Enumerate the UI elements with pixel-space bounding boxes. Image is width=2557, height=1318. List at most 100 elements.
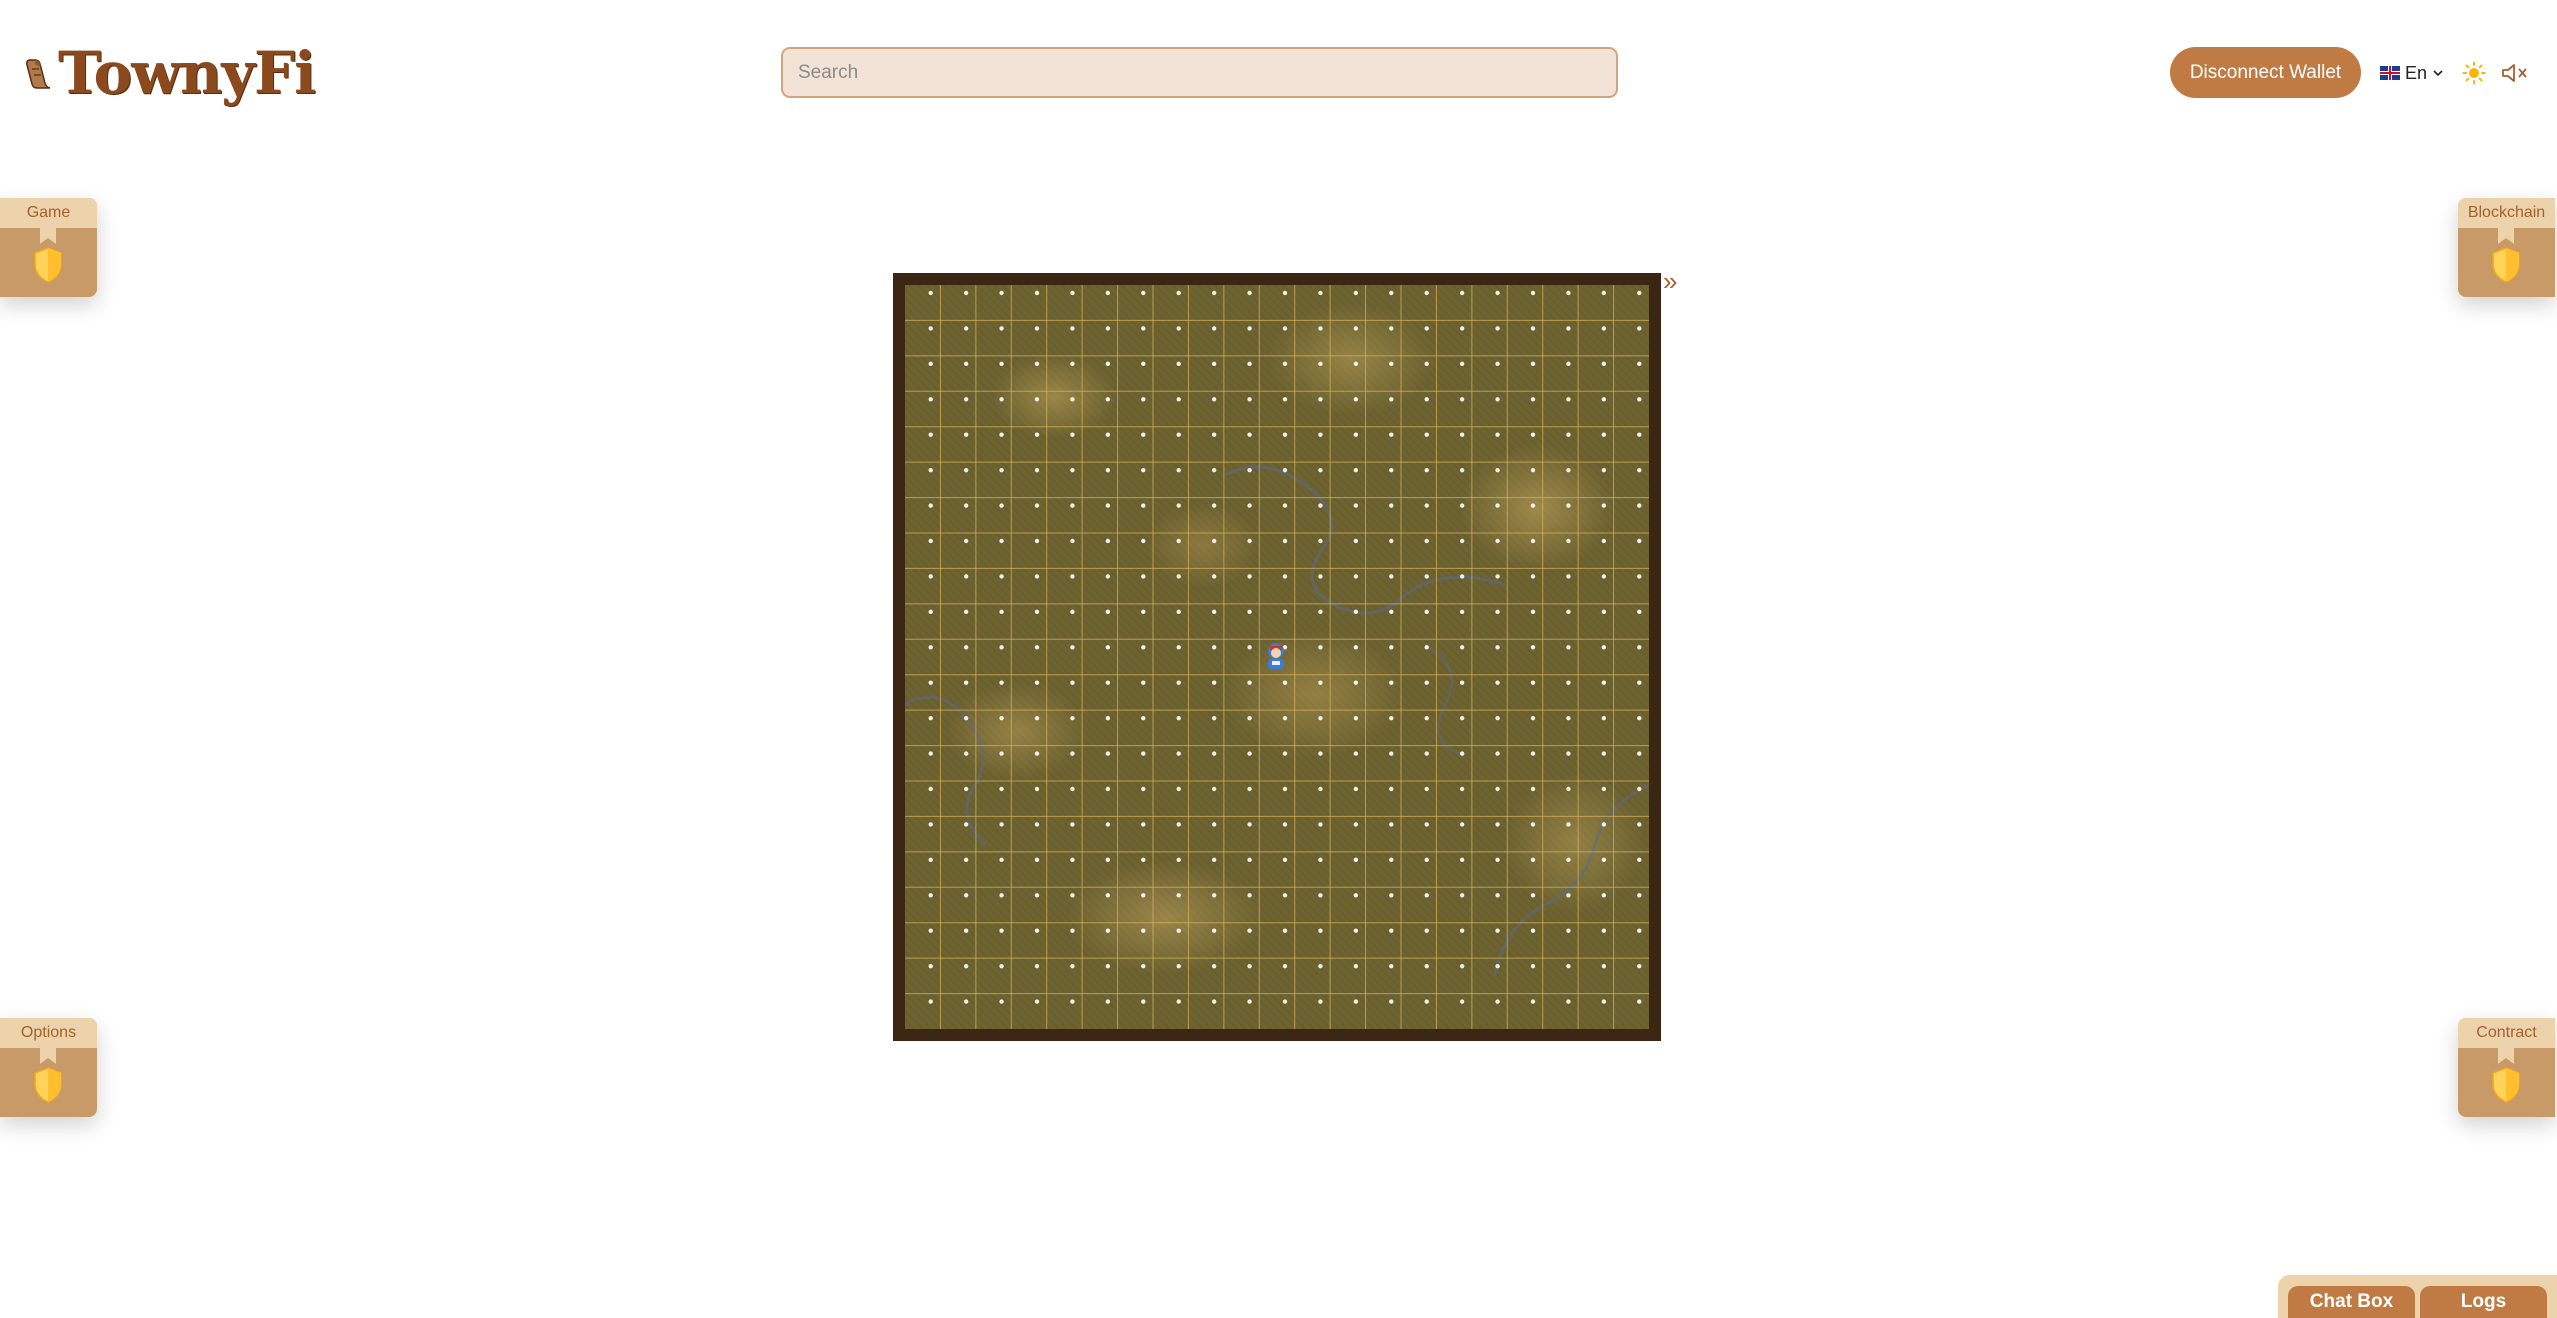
tile-marker[interactable] <box>1353 963 1359 969</box>
tile-marker[interactable] <box>1247 751 1252 756</box>
tile-marker[interactable] <box>999 680 1004 685</box>
tile-marker[interactable] <box>1211 857 1217 863</box>
tile-marker[interactable] <box>1247 893 1252 898</box>
tile-marker[interactable] <box>1389 432 1394 437</box>
tile-marker[interactable] <box>1141 538 1146 544</box>
tile-marker[interactable] <box>1495 857 1500 863</box>
tile-marker[interactable] <box>1353 715 1359 721</box>
tile-marker[interactable] <box>1459 963 1465 969</box>
tile-marker[interactable] <box>1459 397 1465 402</box>
tile-marker[interactable] <box>1530 786 1536 792</box>
tile-marker[interactable] <box>1530 680 1536 685</box>
tile-marker[interactable] <box>928 857 933 863</box>
tile-marker[interactable] <box>1141 928 1146 933</box>
language-selector[interactable]: En <box>2380 60 2444 86</box>
tile-marker[interactable] <box>1070 680 1075 685</box>
tile-marker[interactable] <box>1495 538 1500 544</box>
tile-marker[interactable] <box>1637 538 1642 544</box>
tile-marker[interactable] <box>1211 397 1217 402</box>
tile-marker[interactable] <box>1105 397 1111 402</box>
tile-marker[interactable] <box>1424 999 1429 1004</box>
tile-marker[interactable] <box>1282 397 1288 402</box>
tile-marker[interactable] <box>1459 715 1465 721</box>
tile-marker[interactable] <box>1637 467 1642 473</box>
tile-marker[interactable] <box>1389 609 1394 615</box>
tile-marker[interactable] <box>1530 503 1536 508</box>
tile-marker[interactable] <box>1424 751 1429 756</box>
tile-marker[interactable] <box>1566 467 1571 473</box>
tile-marker[interactable] <box>1495 290 1500 296</box>
tile-marker[interactable] <box>1211 963 1217 969</box>
tile-marker[interactable] <box>1353 326 1359 331</box>
tile-marker[interactable] <box>963 893 969 898</box>
tile-marker[interactable] <box>1034 822 1040 827</box>
tile-marker[interactable] <box>1176 574 1181 579</box>
tile-marker[interactable] <box>1318 503 1323 508</box>
tile-marker[interactable] <box>1176 397 1181 402</box>
tile-marker[interactable] <box>1424 928 1429 933</box>
tile-marker[interactable] <box>999 397 1004 402</box>
tile-marker[interactable] <box>1353 397 1359 402</box>
tile-marker[interactable] <box>1034 715 1040 721</box>
tile-marker[interactable] <box>963 963 969 969</box>
player-avatar-icon[interactable] <box>1260 640 1292 672</box>
tile-marker[interactable] <box>1530 397 1536 402</box>
tile-marker[interactable] <box>1070 467 1075 473</box>
tile-marker[interactable] <box>1637 574 1642 579</box>
tile-marker[interactable] <box>1424 822 1429 827</box>
tile-marker[interactable] <box>1318 397 1323 402</box>
tile-marker[interactable] <box>1211 361 1217 367</box>
tile-marker[interactable] <box>1389 963 1394 969</box>
world-map[interactable] <box>905 285 1649 1029</box>
tile-marker[interactable] <box>1459 361 1465 367</box>
tile-marker[interactable] <box>1318 822 1323 827</box>
tile-marker[interactable] <box>1389 574 1394 579</box>
tile-marker[interactable] <box>1424 786 1429 792</box>
tile-marker[interactable] <box>1459 928 1465 933</box>
tile-marker[interactable] <box>1247 432 1252 437</box>
tile-marker[interactable] <box>1247 928 1252 933</box>
tile-marker[interactable] <box>1176 963 1181 969</box>
tile-marker[interactable] <box>1389 786 1394 792</box>
game-tab[interactable]: Game <box>0 198 97 297</box>
tile-marker[interactable] <box>1389 751 1394 756</box>
tile-marker[interactable] <box>1424 503 1429 508</box>
tile-marker[interactable] <box>1566 751 1571 756</box>
tile-marker[interactable] <box>1389 822 1394 827</box>
logs-button[interactable]: Logs <box>2420 1286 2547 1318</box>
tile-marker[interactable] <box>1318 680 1323 685</box>
tile-marker[interactable] <box>963 574 969 579</box>
tile-marker[interactable] <box>1424 290 1429 296</box>
tile-marker[interactable] <box>1318 928 1323 933</box>
tile-marker[interactable] <box>1211 290 1217 296</box>
tile-marker[interactable] <box>1176 857 1181 863</box>
tile-marker[interactable] <box>999 751 1004 756</box>
tile-marker[interactable] <box>1070 645 1075 650</box>
tile-marker[interactable] <box>1601 467 1607 473</box>
tile-marker[interactable] <box>1637 999 1642 1004</box>
tile-marker[interactable] <box>1424 397 1429 402</box>
tile-marker[interactable] <box>1282 574 1288 579</box>
tile-marker[interactable] <box>1566 503 1571 508</box>
tile-marker[interactable] <box>963 290 969 296</box>
tile-marker[interactable] <box>1176 928 1181 933</box>
tile-marker[interactable] <box>928 361 933 367</box>
tile-marker[interactable] <box>1141 680 1146 685</box>
tile-marker[interactable] <box>1389 467 1394 473</box>
tile-marker[interactable] <box>963 361 969 367</box>
tile-marker[interactable] <box>1247 963 1252 969</box>
tile-marker[interactable] <box>1424 574 1429 579</box>
tile-marker[interactable] <box>1141 893 1146 898</box>
tile-marker[interactable] <box>1459 786 1465 792</box>
tile-marker[interactable] <box>928 290 933 296</box>
tile-marker[interactable] <box>1601 538 1607 544</box>
tile-marker[interactable] <box>1105 538 1111 544</box>
tile-marker[interactable] <box>1034 680 1040 685</box>
tile-marker[interactable] <box>1247 822 1252 827</box>
tile-marker[interactable] <box>1424 467 1429 473</box>
tile-marker[interactable] <box>1247 467 1252 473</box>
tile-marker[interactable] <box>1034 538 1040 544</box>
tile-marker[interactable] <box>1459 432 1465 437</box>
tile-marker[interactable] <box>1601 326 1607 331</box>
tile-marker[interactable] <box>1282 928 1288 933</box>
